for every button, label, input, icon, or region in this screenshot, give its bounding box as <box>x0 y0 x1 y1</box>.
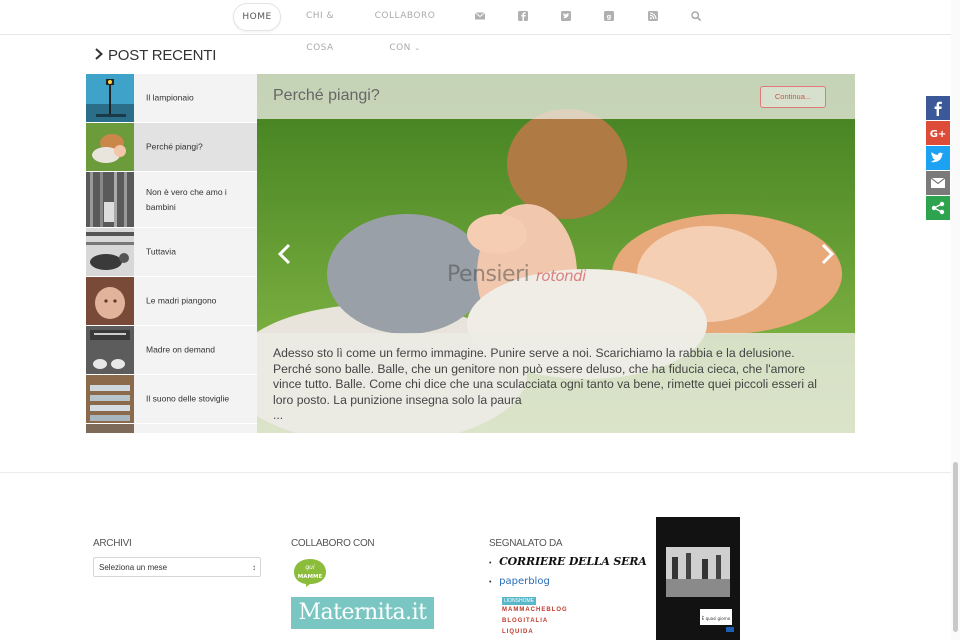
archive-select[interactable]: Seleziona un mese ↕ <box>93 557 261 577</box>
segnalato-item-corriere[interactable]: • CORRIERE DELLA SERA <box>489 555 647 568</box>
google-plus-icon: G+ <box>930 129 947 140</box>
segnalato-item-mammacheblog[interactable]: MAMMACHEBLOG <box>489 607 568 613</box>
post-thumbnail <box>86 172 134 227</box>
nav-chi-e-cosa[interactable]: CHI & COSA <box>293 0 347 53</box>
book-title: È quasi giorno <box>702 616 731 621</box>
list-item[interactable]: Le madri piangono <box>86 277 257 326</box>
maternita-logo[interactable]: Maternita.it <box>291 597 434 629</box>
share-facebook-button[interactable] <box>926 96 950 120</box>
segnalato-item-blogitalia[interactable]: BLOGITALIA <box>489 618 548 624</box>
search-icon[interactable] <box>690 10 702 22</box>
slide-excerpt: Adesso sto lì come un fermo immagine. Pu… <box>273 346 833 424</box>
list-item[interactable]: Il lampionaio <box>86 74 257 123</box>
list-item[interactable]: Madre on demand <box>86 326 257 375</box>
svg-text:g: g <box>607 13 612 21</box>
nav-collaboro-label: COLLABORO CON <box>374 11 436 53</box>
book-cover[interactable]: È quasi giorno <box>656 517 740 640</box>
post-thumbnail <box>86 424 134 433</box>
quimamme-qui: qui <box>305 564 315 571</box>
slide-title[interactable]: Perché piangi? <box>273 87 380 105</box>
featured-slide[interactable]: Perché piangi? Continua... Pensieri roto… <box>257 74 855 433</box>
slide-excerpt-bar: Adesso sto lì come un fermo immagine. Pu… <box>257 333 855 433</box>
quimamme-mamme: MAMME <box>298 574 323 580</box>
segnalato-item-liquida[interactable]: LIQUIDA <box>489 629 534 635</box>
quimamme-logo[interactable]: qui MAMME <box>292 558 328 588</box>
archive-select-value: Seleziona un mese <box>99 563 168 572</box>
list-item[interactable]: Non è vero che amo i bambini <box>86 172 257 228</box>
segnalato-heading: SEGNALATO DA <box>489 538 563 549</box>
post-thumbnail <box>86 326 134 374</box>
envelope-icon[interactable] <box>474 10 486 22</box>
google-plus-icon[interactable]: g <box>603 10 615 22</box>
rss-icon[interactable] <box>647 10 659 22</box>
post-thumbnail <box>86 228 134 276</box>
slide-title-bar: Perché piangi? Continua... <box>257 74 855 119</box>
facebook-icon <box>934 101 942 116</box>
nav-collaboro-con[interactable]: COLLABORO CON ⌄ <box>365 0 445 53</box>
archivi-heading: ARCHIVI <box>93 538 132 549</box>
segnalato-item-lionshome[interactable]: LIONSHOME <box>489 597 537 605</box>
share-email-button[interactable] <box>926 171 950 195</box>
post-title: Tuttavia <box>146 246 176 257</box>
top-navigation: HOME CHI & COSA COLLABORO CON ⌄ g <box>0 0 960 53</box>
watermark-text-1: Pensieri <box>447 262 530 287</box>
post-thumbnail <box>86 74 134 122</box>
chevron-down-icon: ⌄ <box>414 44 421 52</box>
svg-text:G+: G+ <box>930 129 947 140</box>
share-google-plus-button[interactable]: G+ <box>926 121 950 145</box>
share-twitter-button[interactable] <box>926 146 950 170</box>
envelope-icon <box>930 177 946 188</box>
facebook-icon[interactable] <box>517 10 529 22</box>
post-thumbnail <box>86 375 134 423</box>
segnalato-item-paperblog[interactable]: • paperblog <box>489 576 550 587</box>
list-item[interactable]: Perché piangi? <box>86 123 257 172</box>
chevron-right-icon <box>95 48 103 60</box>
slide-excerpt-text: Adesso sto lì come un fermo immagine. Pu… <box>273 346 817 407</box>
share-more-button[interactable] <box>926 196 950 220</box>
post-title: Non è vero che amo i bambini <box>146 186 227 212</box>
section-title-text: POST RECENTI <box>108 47 217 64</box>
scrollbar-thumb[interactable] <box>953 462 958 632</box>
watermark-text-2: rotondi <box>535 267 587 285</box>
paperblog-logo: paperblog <box>499 576 550 587</box>
twitter-icon[interactable] <box>560 10 572 22</box>
footer-divider <box>0 472 960 473</box>
mammacheblog-link: MAMMACHEBLOG <box>502 607 568 613</box>
corriere-logo: CORRIERE DELLA SERA <box>499 555 647 568</box>
select-arrows-icon: ↕ <box>252 563 256 572</box>
share-more-icon <box>931 201 945 215</box>
liquida-link: LIQUIDA <box>502 629 534 635</box>
book-cover-image: È quasi giorno <box>656 517 740 640</box>
watermark-logo: Pensieri rotondi <box>447 262 586 287</box>
post-thumbnail <box>86 123 134 171</box>
prev-arrow-icon[interactable] <box>275 242 295 266</box>
post-title: Il lampionaio <box>146 92 194 103</box>
next-arrow-icon[interactable] <box>817 242 837 266</box>
slide-ellipsis: ... <box>273 408 284 422</box>
section-title: POST RECENTI <box>92 47 216 64</box>
nav-home[interactable]: HOME <box>233 3 281 31</box>
recent-posts-list: Il lampionaio Perché piangi? Non è vero … <box>86 74 257 433</box>
lionshome-logo: LIONSHOME <box>502 597 537 605</box>
post-title: Il suono delle stoviglie <box>146 393 230 404</box>
list-item[interactable]: Tuttavia <box>86 228 257 277</box>
post-title: Le madri piangono <box>146 295 217 306</box>
post-thumbnail <box>86 277 134 325</box>
list-item[interactable] <box>86 424 257 433</box>
twitter-icon <box>931 152 944 163</box>
blogitalia-link: BLOGITALIA <box>502 618 549 624</box>
continue-button[interactable]: Continua... <box>760 86 826 108</box>
collaboro-heading: COLLABORO CON <box>291 538 375 549</box>
post-title: Perché piangi? <box>146 141 203 152</box>
list-item[interactable]: Il suono delle stoviglie <box>86 375 257 424</box>
post-title: Madre on demand <box>146 344 215 355</box>
